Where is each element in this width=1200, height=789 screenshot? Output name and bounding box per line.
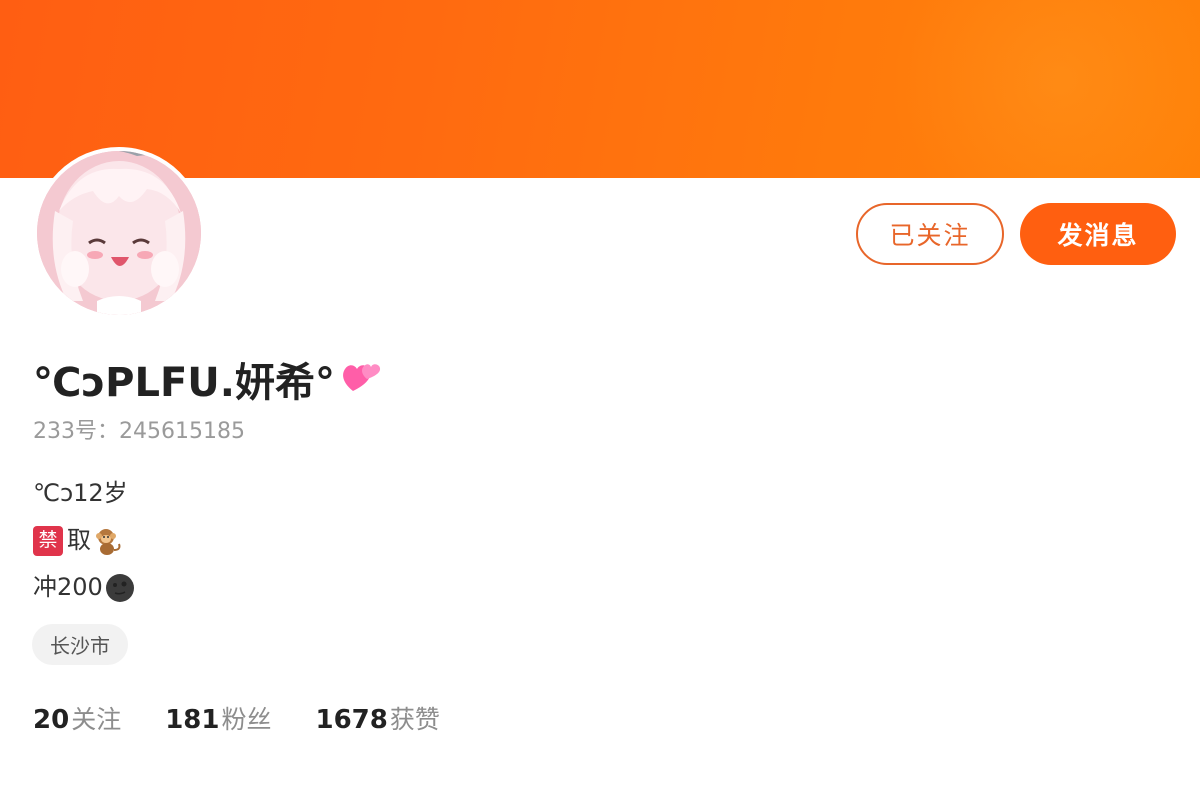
followers-count[interactable]: 181 粉丝 bbox=[165, 700, 271, 736]
nickname-text: ℃ↄPLFU.妍希° bbox=[33, 360, 335, 406]
profile-banner bbox=[0, 0, 1200, 178]
profile-bio: ℃ↄ12岁 禁 取 冲200 bbox=[33, 470, 135, 611]
new-moon-face-emoji-icon bbox=[105, 573, 135, 603]
heart-emoji-icon bbox=[339, 355, 383, 404]
user-id-label: 233号： bbox=[33, 419, 119, 444]
profile-nickname: ℃ↄPLFU.妍希° bbox=[33, 350, 383, 408]
likes-number: 1678 bbox=[315, 705, 388, 735]
followers-number: 181 bbox=[165, 705, 220, 735]
follow-button[interactable]: 已关注 bbox=[856, 203, 1004, 265]
avatar[interactable] bbox=[33, 147, 205, 319]
user-id: 233号：245615185 bbox=[33, 413, 245, 445]
location-tag[interactable]: 长沙市 bbox=[32, 624, 128, 665]
following-label: 关注 bbox=[71, 705, 122, 734]
avatar-illustration bbox=[37, 151, 201, 315]
monkey-emoji-icon bbox=[93, 526, 123, 556]
profile-stats: 20 关注 181 粉丝 1678 获赞 bbox=[33, 700, 484, 736]
location-text: 长沙市 bbox=[50, 634, 110, 658]
likes-count: 1678 获赞 bbox=[316, 700, 440, 736]
bio-line-3: 冲200 bbox=[33, 564, 135, 611]
following-count[interactable]: 20 关注 bbox=[33, 700, 121, 736]
following-number: 20 bbox=[33, 705, 70, 735]
user-id-value: 245615185 bbox=[119, 419, 245, 444]
likes-label: 获赞 bbox=[389, 705, 440, 734]
banner-glow bbox=[880, 0, 1200, 178]
avatar-image bbox=[37, 151, 201, 315]
send-message-button[interactable]: 发消息 bbox=[1020, 203, 1176, 265]
bio-line-1-text: ℃ↄ12岁 bbox=[33, 479, 128, 507]
bio-line-3-text: 冲200 bbox=[33, 573, 103, 601]
followers-label: 粉丝 bbox=[221, 705, 272, 734]
bio-line-2-text: 取 bbox=[67, 526, 91, 554]
prohibited-emoji-icon: 禁 bbox=[33, 525, 63, 556]
bio-line-1: ℃ↄ12岁 bbox=[33, 470, 135, 517]
bio-line-2: 禁 取 bbox=[33, 517, 135, 564]
